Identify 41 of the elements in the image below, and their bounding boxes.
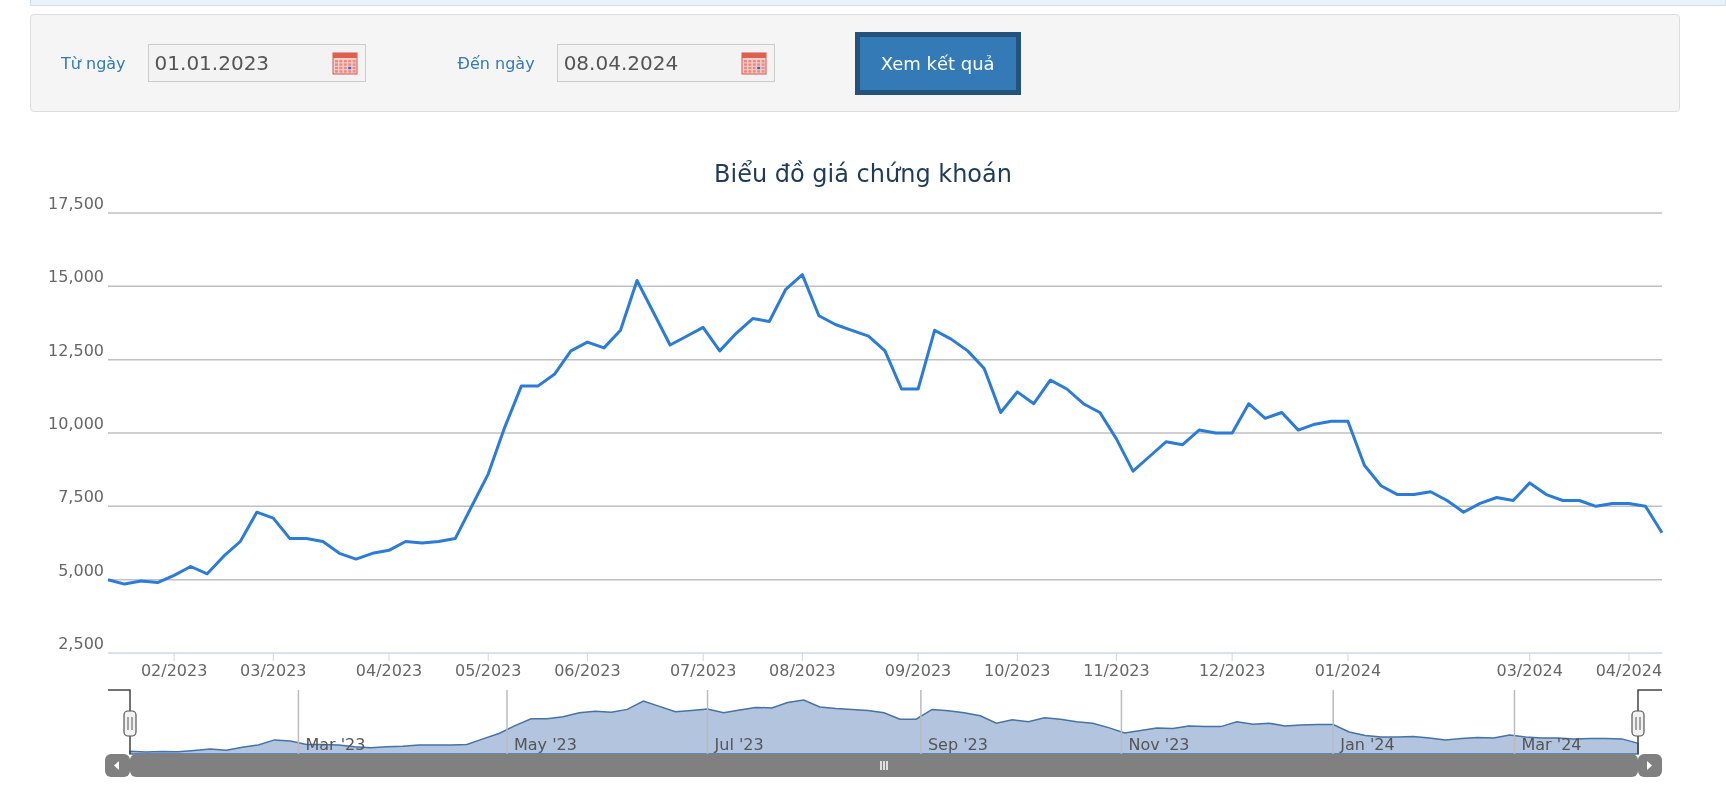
x-axis-label: 02/2023 (140, 661, 208, 680)
navigator-label: Mar '24 (1521, 735, 1582, 754)
navigator-label: Jul '23 (714, 735, 764, 754)
x-axis-label: 04/2024 (1595, 661, 1663, 680)
y-axis-label: 15,000 (48, 267, 104, 287)
x-axis-label: 10/2023 (984, 661, 1051, 680)
x-axis-label: 09/2023 (884, 661, 952, 680)
calendar-icon[interactable] (331, 51, 358, 75)
to-date-field[interactable]: 08.04.2024 (556, 44, 775, 82)
x-axis-label: 12/2023 (1198, 661, 1266, 680)
navigator-label: Jan '24 (1340, 735, 1395, 754)
to-date-label: Đến ngày (457, 53, 535, 73)
scrollbar-thumb[interactable] (130, 754, 1638, 777)
navigator-label: Nov '23 (1128, 735, 1190, 754)
y-axis-label: 12,500 (48, 340, 104, 360)
navigator-label: May '23 (514, 735, 577, 754)
chart-title: Biểu đồ giá chứng khoán (713, 160, 1013, 190)
submit-button[interactable]: Xem kết quả (854, 31, 1021, 95)
scroll-left-button[interactable] (105, 754, 130, 777)
x-axis-label: 07/2023 (669, 661, 737, 680)
x-axis-label: 11/2023 (1083, 661, 1150, 680)
x-axis-label: 04/2023 (355, 661, 423, 680)
x-axis-label: 08/2023 (769, 661, 836, 680)
scroll-right-button[interactable] (1638, 754, 1662, 777)
navigator-label: Sep '23 (927, 735, 988, 754)
x-axis-label: 05/2023 (455, 661, 522, 680)
x-axis-label: 03/2024 (1496, 661, 1563, 680)
x-axis-label: 06/2023 (554, 661, 621, 680)
y-axis-label: 5,000 (58, 560, 104, 580)
y-axis-label: 17,500 (48, 194, 104, 213)
grip-icon (880, 760, 888, 771)
from-date-field[interactable]: 01.01.2023 (147, 44, 366, 82)
y-axis-label: 2,500 (58, 634, 104, 653)
range-handle[interactable] (123, 710, 137, 737)
from-date-label: Từ ngày (61, 53, 126, 73)
range-handle[interactable] (1631, 710, 1645, 737)
x-axis-label: 03/2023 (240, 661, 307, 680)
y-axis-label: 7,500 (58, 487, 104, 507)
calendar-icon[interactable] (740, 51, 767, 75)
y-axis-label: 10,000 (48, 414, 104, 433)
x-axis-label: 01/2024 (1314, 661, 1382, 680)
